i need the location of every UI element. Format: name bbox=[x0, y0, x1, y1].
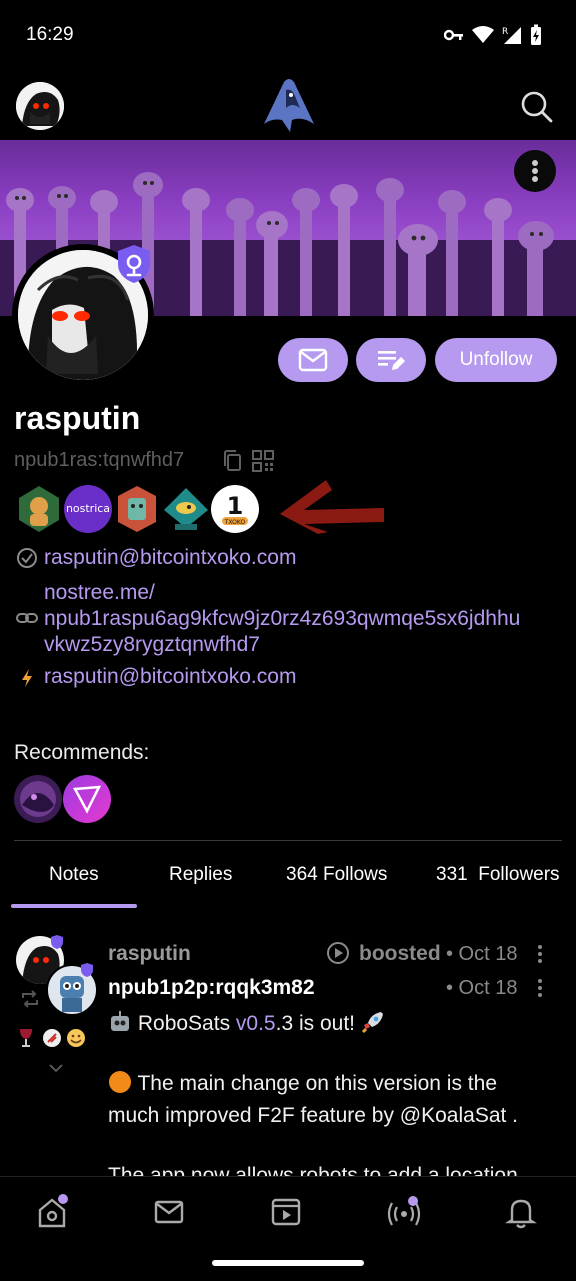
nav-messages[interactable] bbox=[151, 1194, 187, 1230]
recommended-app-1[interactable] bbox=[14, 775, 62, 823]
svg-text:nostrica: nostrica bbox=[66, 502, 110, 515]
nav-notifications[interactable] bbox=[503, 1194, 539, 1230]
wifi-icon bbox=[472, 26, 494, 43]
expand-chevron-icon[interactable] bbox=[48, 1060, 64, 1078]
note-author[interactable]: npub1p2p:rqqk3m82 bbox=[108, 976, 315, 1000]
orange-circle-emoji-icon bbox=[109, 1071, 131, 1093]
status-bar: 16:29 R bbox=[0, 0, 576, 72]
note-robosats-text: RoboSats bbox=[137, 1012, 231, 1035]
home-notification-dot bbox=[58, 1194, 68, 1204]
message-button[interactable] bbox=[278, 338, 348, 382]
nav-video[interactable] bbox=[268, 1194, 304, 1230]
nip05-link[interactable]: rasputin@bitcointxoko.com bbox=[44, 546, 296, 570]
signal-icon: R bbox=[502, 27, 521, 44]
qr-code-icon[interactable] bbox=[252, 450, 274, 477]
battery-icon bbox=[531, 24, 541, 45]
account-avatar[interactable] bbox=[16, 82, 64, 130]
tab-follows[interactable]: 364 Follows bbox=[286, 864, 387, 886]
svg-text:TXOKO: TXOKO bbox=[224, 519, 246, 526]
link-icon bbox=[16, 607, 38, 629]
recommends-label: Recommends: bbox=[14, 741, 150, 764]
vpn-key-icon bbox=[444, 29, 463, 41]
mail-icon bbox=[298, 348, 328, 372]
edit-list-icon bbox=[378, 351, 405, 370]
mail-icon bbox=[154, 1200, 184, 1224]
badge-1[interactable] bbox=[14, 484, 64, 534]
tabs-divider bbox=[14, 840, 562, 841]
robot-emoji-icon bbox=[111, 1011, 129, 1031]
copy-icon[interactable] bbox=[222, 450, 242, 477]
note-line-1: RoboSats v0.5.3 is out! bbox=[108, 1008, 385, 1040]
nip05-verified-icon bbox=[16, 547, 38, 569]
nav-home[interactable] bbox=[34, 1194, 70, 1230]
rocket-badge-icon bbox=[42, 1028, 62, 1053]
profile-npub: npub1ras:tqnwfhd7 bbox=[14, 449, 185, 471]
author-verified-icon bbox=[80, 962, 94, 983]
nav-live[interactable] bbox=[386, 1194, 422, 1230]
svg-text:R: R bbox=[502, 27, 508, 37]
boosted-label: boosted bbox=[359, 942, 441, 965]
tab-notes[interactable]: Notes bbox=[49, 864, 99, 886]
smile-emoji-icon bbox=[66, 1028, 86, 1053]
tab-replies[interactable]: Replies bbox=[169, 864, 232, 886]
repost-icon bbox=[20, 990, 40, 1013]
website-line-2: npub1raspu6ag9kfcw9jz0rz4z693qwmqe5sx6jd… bbox=[44, 607, 521, 630]
profile-menu-button[interactable] bbox=[514, 150, 556, 192]
svg-text:1: 1 bbox=[227, 492, 244, 520]
status-icons: R bbox=[444, 24, 542, 46]
live-notification-dot bbox=[408, 1196, 418, 1206]
bell-icon bbox=[505, 1199, 537, 1229]
website-line-3: vkwz5zy8rygztqnwfhd7 bbox=[44, 633, 260, 656]
search-button[interactable] bbox=[518, 88, 554, 124]
booster-verified-icon bbox=[50, 934, 64, 955]
boost-date: • Oct 18 bbox=[446, 943, 518, 965]
note-date: • Oct 18 bbox=[446, 977, 518, 999]
website-link[interactable]: nostree.me/ npub1raspu6ag9kfcw9jz0rz4z69… bbox=[44, 580, 520, 658]
note-more-icon[interactable] bbox=[536, 978, 544, 1003]
search-icon bbox=[521, 91, 553, 123]
verified-shield-icon bbox=[116, 244, 152, 284]
tab-indicator bbox=[11, 904, 137, 908]
home-indicator[interactable] bbox=[212, 1260, 364, 1266]
edit-lists-button[interactable] bbox=[356, 338, 426, 382]
note-para2-line1: The main change on this version is the bbox=[137, 1072, 498, 1095]
rocket-emoji-icon bbox=[361, 1012, 383, 1034]
lightning-address-link[interactable]: rasputin@bitcointxoko.com bbox=[44, 665, 296, 689]
note-version-link[interactable]: v0.5 bbox=[236, 1012, 276, 1035]
badge-3[interactable] bbox=[112, 484, 162, 534]
boost-play-icon bbox=[326, 941, 350, 970]
lightning-icon bbox=[16, 667, 38, 689]
website-line-1: nostree.me/ bbox=[44, 581, 155, 604]
unfollow-button[interactable]: Unfollow bbox=[435, 338, 557, 382]
booster-name[interactable]: rasputin bbox=[108, 942, 191, 966]
boost-more-icon[interactable] bbox=[536, 944, 544, 969]
wine-icon bbox=[18, 1028, 34, 1053]
video-icon bbox=[271, 1198, 301, 1226]
recommended-app-2[interactable] bbox=[63, 775, 111, 823]
tab-followers[interactable]: 331 Followers bbox=[436, 864, 560, 886]
more-vertical-icon bbox=[532, 160, 538, 182]
badge-nostrica[interactable]: nostrica bbox=[63, 484, 113, 534]
amethyst-logo bbox=[262, 76, 316, 134]
badge-txoko[interactable]: 1 TXOKO bbox=[210, 484, 260, 534]
profile-display-name: rasputin bbox=[14, 400, 141, 436]
red-arrow-annotation bbox=[278, 474, 388, 539]
note-paragraph-2: The main change on this version is the m… bbox=[108, 1068, 518, 1132]
note-out-text: .3 is out! bbox=[275, 1012, 356, 1035]
note-para2-line2: much improved F2F feature by @KoalaSat . bbox=[108, 1104, 519, 1127]
badge-4[interactable] bbox=[161, 484, 211, 534]
status-time: 16:29 bbox=[26, 24, 74, 45]
